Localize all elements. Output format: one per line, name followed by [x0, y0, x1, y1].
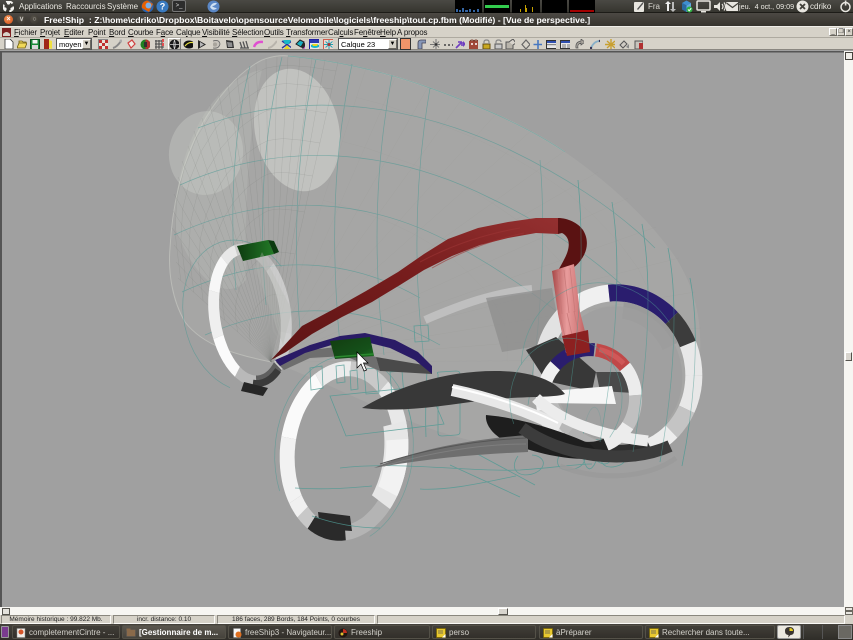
svg-text:?: ? — [160, 2, 166, 12]
